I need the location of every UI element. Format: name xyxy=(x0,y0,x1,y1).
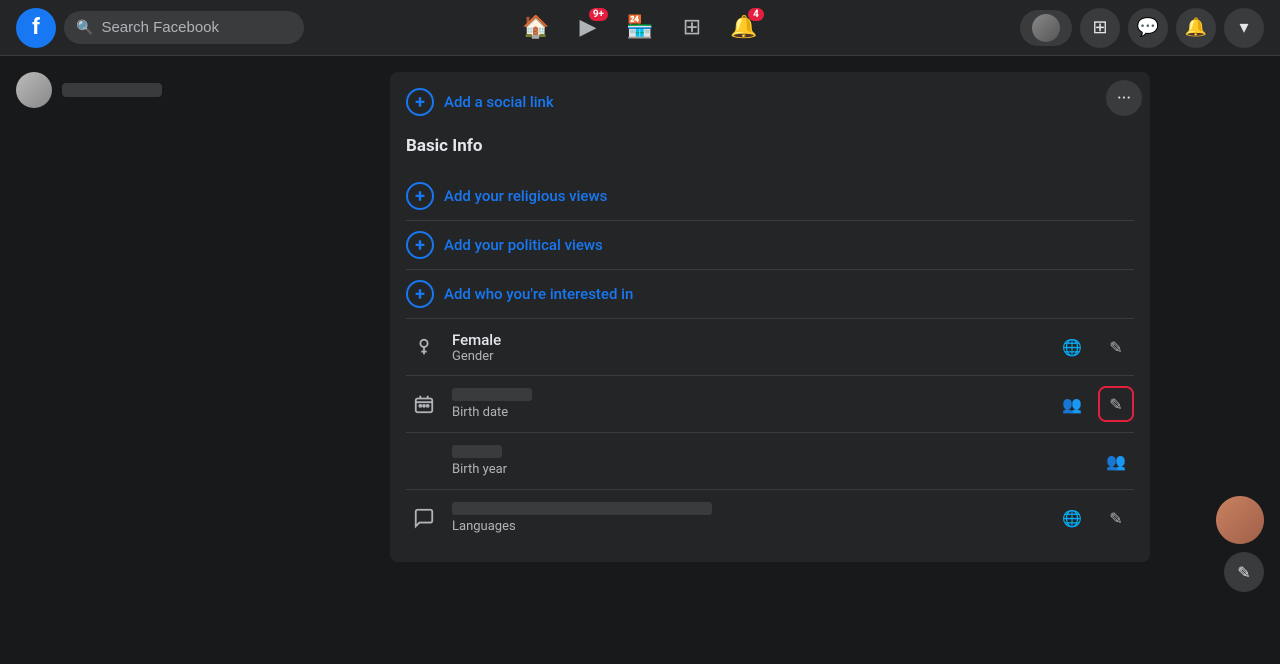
birth-date-actions: 👥 ✎ xyxy=(1054,386,1134,422)
birth-date-value-blurred xyxy=(452,388,532,401)
profile-card[interactable] xyxy=(8,64,252,116)
search-input[interactable] xyxy=(101,19,292,36)
languages-actions: 🌐 ✎ xyxy=(1054,500,1134,536)
birth-year-label: Birth year xyxy=(452,462,1088,477)
add-political-views-icon: + xyxy=(406,231,434,259)
profile-nav-button[interactable] xyxy=(1020,10,1072,46)
page-body: ··· + Add a social link Basic Info + Add… xyxy=(0,56,1280,608)
content-card: + Add a social link Basic Info + Add you… xyxy=(390,72,1150,562)
chevron-down-icon: ▾ xyxy=(1239,17,1248,38)
globe-icon-2: 🌐 xyxy=(1062,509,1082,528)
add-political-views-label: Add your political views xyxy=(444,236,603,254)
gender-value: Female xyxy=(452,331,1044,349)
birth-date-visibility-button[interactable]: 👥 xyxy=(1054,386,1090,422)
profile-name-blurred xyxy=(62,83,162,97)
languages-text: Languages xyxy=(452,502,1044,534)
languages-value-blurred xyxy=(452,502,712,515)
fab-area: ✎ xyxy=(1216,496,1264,592)
alerts-icon: 🔔 xyxy=(1185,17,1207,38)
birth-year-icon xyxy=(406,443,442,479)
birth-date-label: Birth date xyxy=(452,405,1044,420)
add-interested-in-row[interactable]: + Add who you're interested in xyxy=(406,270,1134,319)
languages-row: Languages 🌐 ✎ xyxy=(406,490,1134,546)
gender-icon xyxy=(406,329,442,365)
add-social-link-row[interactable]: + Add a social link xyxy=(406,88,1134,116)
navbar: f 🔍 🏠 ▶ 9+ 🏪 ⊞ 🔔 4 ⊞ 💬 xyxy=(0,0,1280,56)
home-icon: 🏠 xyxy=(522,15,549,40)
gender-row: Female Gender 🌐 ✎ xyxy=(406,319,1134,376)
menu-button[interactable]: ▾ xyxy=(1224,8,1264,48)
birth-date-icon xyxy=(406,386,442,422)
fab-edit-icon: ✎ xyxy=(1237,563,1250,582)
birth-year-text: Birth year xyxy=(452,445,1088,477)
marketplace-icon: 🏪 xyxy=(626,15,653,40)
facebook-logo[interactable]: f xyxy=(16,8,56,48)
apps-button[interactable]: ⊞ xyxy=(1080,8,1120,48)
nav-right: ⊞ 💬 🔔 ▾ xyxy=(768,8,1264,48)
friends-icon: 👥 xyxy=(1062,395,1082,414)
more-options-button[interactable]: ··· xyxy=(1106,80,1142,116)
marketplace-nav-button[interactable]: 🏪 xyxy=(616,4,664,52)
birth-date-text: Birth date xyxy=(452,388,1044,420)
add-religious-views-row[interactable]: + Add your religious views xyxy=(406,172,1134,221)
birth-year-row: Birth year 👥 xyxy=(406,433,1134,490)
add-religious-views-icon: + xyxy=(406,182,434,210)
languages-icon xyxy=(406,500,442,536)
notifications-badge: 4 xyxy=(748,8,764,21)
globe-icon: 🌐 xyxy=(1062,338,1082,357)
watch-badge: 9+ xyxy=(589,8,608,21)
apps-icon: ⊞ xyxy=(1092,17,1107,38)
gender-label: Gender xyxy=(452,349,1044,364)
languages-label: Languages xyxy=(452,519,1044,534)
add-political-views-row[interactable]: + Add your political views xyxy=(406,221,1134,270)
nav-center: 🏠 ▶ 9+ 🏪 ⊞ 🔔 4 xyxy=(512,4,768,52)
fab-edit-button[interactable]: ✎ xyxy=(1224,552,1264,592)
languages-visibility-button[interactable]: 🌐 xyxy=(1054,500,1090,536)
alerts-button[interactable]: 🔔 xyxy=(1176,8,1216,48)
fab-avatar xyxy=(1216,496,1264,544)
notifications-nav-button[interactable]: 🔔 4 xyxy=(720,4,768,52)
basic-info-title: Basic Info xyxy=(406,136,1134,156)
edit-icon: ✎ xyxy=(1109,338,1122,357)
birth-year-value-blurred xyxy=(452,445,502,458)
languages-edit-button[interactable]: ✎ xyxy=(1098,500,1134,536)
nav-left: f 🔍 xyxy=(16,8,512,48)
gender-text: Female Gender xyxy=(452,331,1044,364)
birth-date-row: Birth date 👥 ✎ xyxy=(406,376,1134,433)
add-religious-views-label: Add your religious views xyxy=(444,187,607,205)
nav-avatar xyxy=(1032,14,1060,42)
birth-date-edit-button[interactable]: ✎ xyxy=(1098,386,1134,422)
birth-year-actions: 👥 xyxy=(1098,443,1134,479)
groups-nav-button[interactable]: ⊞ xyxy=(668,4,716,52)
messenger-icon: 💬 xyxy=(1137,17,1159,38)
profile-avatar xyxy=(16,72,52,108)
gender-actions: 🌐 ✎ xyxy=(1054,329,1134,365)
friends-icon-2: 👥 xyxy=(1106,452,1126,471)
add-interested-in-icon: + xyxy=(406,280,434,308)
left-sidebar xyxy=(0,56,260,608)
birth-year-visibility-button[interactable]: 👥 xyxy=(1098,443,1134,479)
watch-nav-button[interactable]: ▶ 9+ xyxy=(564,4,612,52)
home-nav-button[interactable]: 🏠 xyxy=(512,4,560,52)
search-icon: 🔍 xyxy=(76,20,93,36)
edit-pencil-icon: ✎ xyxy=(1109,395,1122,414)
ellipsis-icon: ··· xyxy=(1117,88,1131,109)
edit-icon-2: ✎ xyxy=(1109,509,1122,528)
gender-edit-button[interactable]: ✎ xyxy=(1098,329,1134,365)
add-interested-in-label: Add who you're interested in xyxy=(444,285,633,303)
main-content: ··· + Add a social link Basic Info + Add… xyxy=(260,56,1280,608)
search-bar[interactable]: 🔍 xyxy=(64,11,304,44)
groups-icon: ⊞ xyxy=(683,15,701,40)
add-social-link-label: Add a social link xyxy=(444,93,554,111)
messenger-button[interactable]: 💬 xyxy=(1128,8,1168,48)
add-social-link-icon: + xyxy=(406,88,434,116)
gender-visibility-button[interactable]: 🌐 xyxy=(1054,329,1090,365)
